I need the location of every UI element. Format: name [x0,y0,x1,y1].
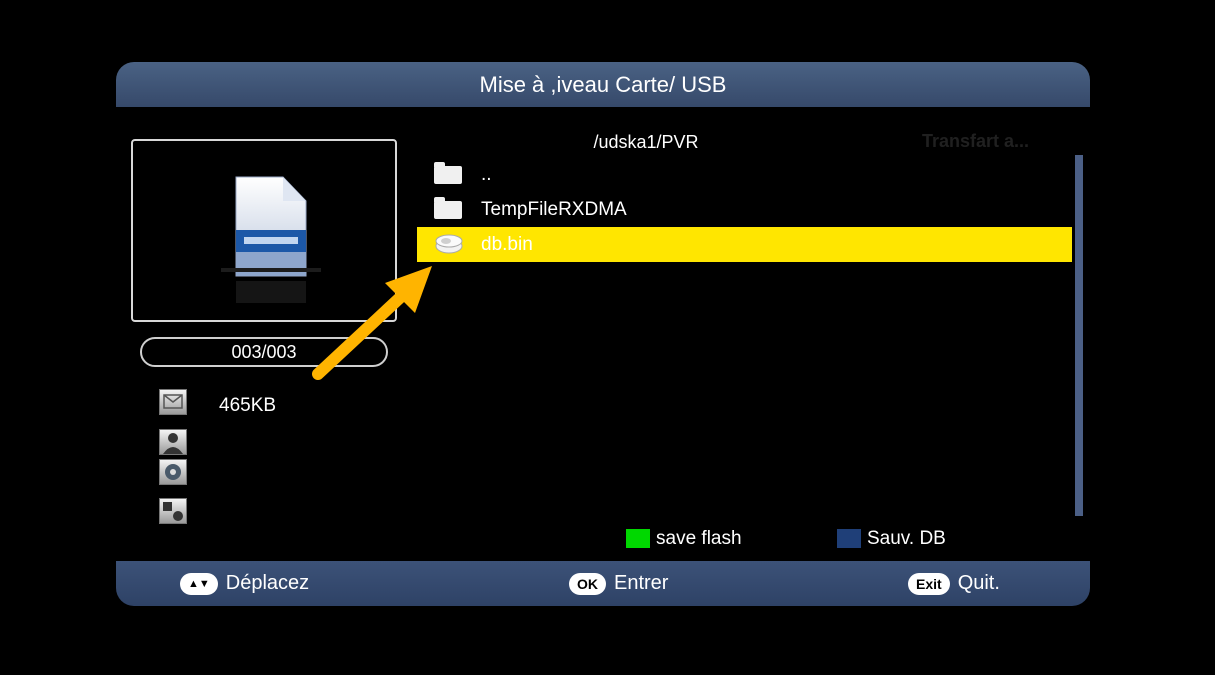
file-name: db.bin [481,234,533,255]
dialog-title: Mise à ,iveau Carte/ USB [116,62,1090,107]
disc-icon [159,459,187,485]
file-row-tempfilerxdma[interactable]: TempFileRXDMA [417,192,1075,227]
user-icon [159,429,187,455]
file-size: 465KB [219,395,277,416]
legend-label: Sauv. DB [867,528,946,549]
file-preview [131,139,397,322]
footer-ok-label: Entrer [614,572,669,594]
footer-ok[interactable]: OK Entrer [569,561,668,606]
ok-key-icon: OK [569,572,606,595]
footer-move[interactable]: ▲▼ Déplacez [180,561,309,606]
folder-icon [434,197,462,219]
database-icon [435,234,463,254]
current-path: /udska1/PVR [593,132,699,152]
scrollbar-thumb[interactable] [1075,155,1083,516]
exit-key-icon: Exit [908,572,950,595]
file-document-icon [221,176,321,303]
transfer-label: Transfart a... [922,131,1030,151]
footer-bar: ▲▼ Déplacez OK Entrer Exit Quit. [116,561,1090,606]
legend-save-flash: save flash [626,525,742,553]
mail-icon [159,389,187,415]
green-key-swatch [626,529,650,549]
blue-key-swatch [837,529,861,549]
upgrade-dialog: Mise à ,iveau Carte/ USB 003/003 465KB /… [116,62,1090,606]
file-row-db-bin-selected[interactable]: db.bin [417,227,1075,262]
file-name: TempFileRXDMA [481,199,627,220]
footer-exit[interactable]: Exit Quit. [908,561,1000,606]
footer-move-label: Déplacez [225,572,310,594]
file-counter: 003/003 [140,337,388,367]
folder-icon [434,162,462,184]
footer-exit-label: Quit. [957,572,1000,594]
legend-label: save flash [656,528,742,549]
file-name: .. [481,164,492,185]
up-down-key-icon: ▲▼ [180,572,218,595]
file-row-parent[interactable]: .. [417,157,1075,192]
legend-sauv-db: Sauv. DB [837,525,946,553]
shapes-icon [159,498,187,524]
